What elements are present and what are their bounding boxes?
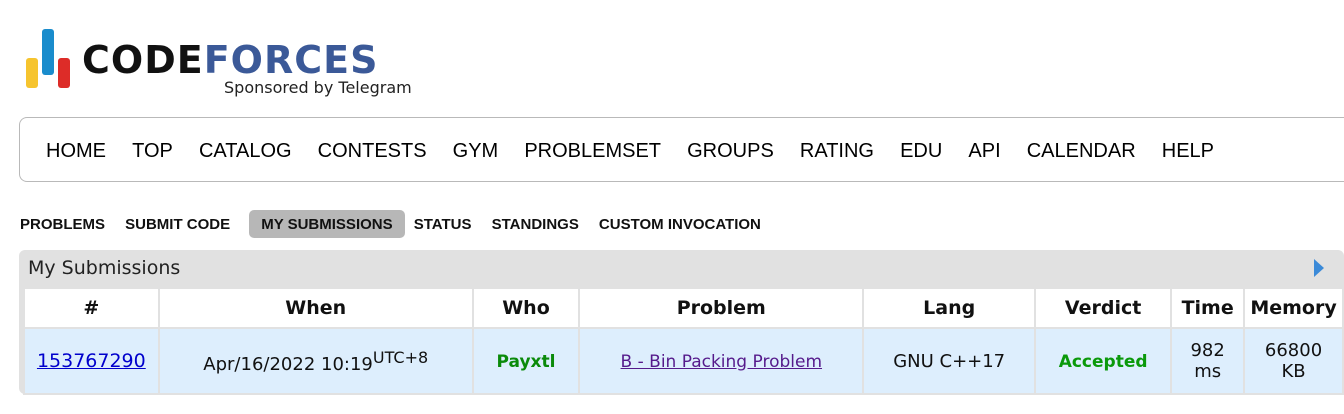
menu-item-rating[interactable]: RATING [800,140,874,163]
submissions-table: # When Who Problem Lang Verdict Time Mem… [23,287,1344,395]
submission-problem-cell: B - Bin Packing Problem [578,327,865,395]
submission-time-value: 982 [1190,340,1225,361]
codeforces-logo[interactable]: CODEFORCES Sponsored by Telegram [26,28,446,106]
expand-arrow-icon[interactable] [1314,259,1324,277]
contest-menu: PROBLEMS SUBMIT CODE MY SUBMISSIONS STAT… [19,210,775,238]
logo-wordmark: CODEFORCES [82,38,379,82]
submission-verdict-cell: Accepted [1033,327,1173,395]
tab-submit-code[interactable]: SUBMIT CODE [124,210,241,238]
submission-problem-link[interactable]: B - Bin Packing Problem [621,352,822,372]
column-header-problem: Problem [578,287,865,329]
submission-memory-value: 66800 [1264,340,1323,361]
submissions-box: My Submissions # When Who Problem Lang V… [19,250,1344,395]
submission-verdict[interactable]: Accepted [1059,352,1148,372]
submission-memory-unit: KB [1281,361,1306,382]
main-menu: HOME TOP CATALOG CONTESTS GYM PROBLEMSET… [19,117,1344,182]
tab-standings[interactable]: STANDINGS [491,210,590,238]
logo-bar-blue [42,29,54,75]
menu-item-problemset[interactable]: PROBLEMSET [524,140,661,163]
tab-status[interactable]: STATUS [413,210,483,238]
submission-when-date: Apr/16/2022 10:19 [203,353,373,375]
submission-lang: GNU C++17 [862,327,1036,395]
menu-item-help[interactable]: HELP [1162,140,1214,163]
submission-time: 982 ms [1170,327,1246,395]
column-header-memory: Memory [1243,287,1344,329]
menu-item-top[interactable]: TOP [132,140,173,163]
menu-item-catalog[interactable]: CATALOG [199,140,292,163]
submission-time-unit: ms [1194,361,1222,382]
tab-problems[interactable]: PROBLEMS [19,210,116,238]
logo-bar-yellow [26,58,38,88]
column-header-verdict: Verdict [1033,287,1173,329]
tab-custom-invocation[interactable]: CUSTOM INVOCATION [598,210,772,238]
table-header-row: # When Who Problem Lang Verdict Time Mem… [23,287,1344,329]
submissions-title: My Submissions [28,257,181,279]
submission-timezone: UTC+8 [372,347,429,367]
column-header-lang: Lang [862,287,1036,329]
column-header-id: # [23,287,160,329]
submission-when: Apr/16/2022 10:19UTC+8 [157,327,474,395]
tab-my-submissions[interactable]: MY SUBMISSIONS [249,210,405,238]
menu-item-edu[interactable]: EDU [900,140,942,163]
menu-item-home[interactable]: HOME [46,140,106,163]
logo-bar-red [58,58,70,88]
sponsor-text: Sponsored by Telegram [224,78,412,97]
menu-item-contests[interactable]: CONTESTS [318,140,427,163]
submission-who-cell: Payxtl [471,327,581,395]
table-row: 153767290 Apr/16/2022 10:19UTC+8 Payxtl … [23,327,1344,395]
submission-author-link[interactable]: Payxtl [497,352,556,372]
submission-id-cell: 153767290 [23,327,160,395]
menu-item-gym[interactable]: GYM [453,140,499,163]
submission-memory: 66800 KB [1243,327,1344,395]
column-header-when: When [157,287,474,329]
menu-item-api[interactable]: API [968,140,1000,163]
submission-id-link[interactable]: 153767290 [37,350,146,372]
menu-item-calendar[interactable]: CALENDAR [1027,140,1136,163]
column-header-time: Time [1170,287,1246,329]
column-header-who: Who [471,287,581,329]
menu-item-groups[interactable]: GROUPS [687,140,774,163]
